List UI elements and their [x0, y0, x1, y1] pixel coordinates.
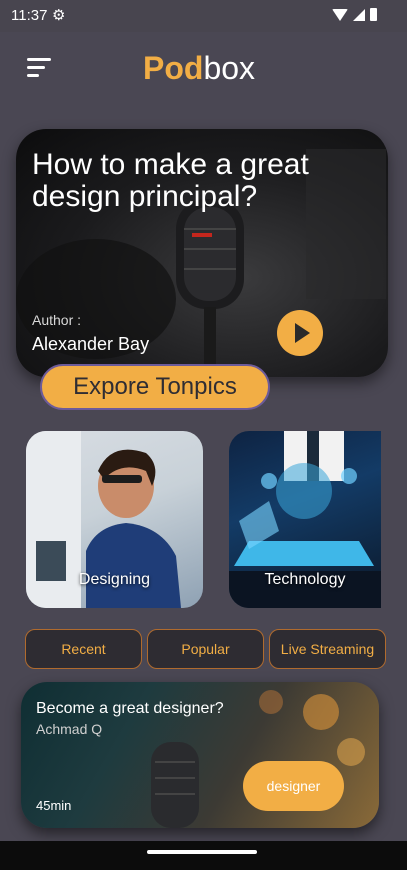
status-bar: 11:37 ⚙	[0, 0, 407, 32]
category-tag-button[interactable]: designer	[243, 761, 344, 811]
status-icons	[332, 8, 377, 21]
featured-title: How to make a great design principal?	[32, 148, 309, 213]
logo-box: box	[203, 50, 256, 86]
podcast-duration: 45min	[36, 798, 72, 813]
author-label: Author :	[32, 312, 82, 328]
logo-pod: Pod	[143, 50, 204, 86]
battery-icon	[370, 8, 377, 21]
signal-icon	[353, 8, 365, 21]
tab-popular[interactable]: Popular	[147, 629, 264, 669]
menu-icon[interactable]	[27, 58, 53, 78]
topic-card-designing[interactable]: Designing	[26, 431, 203, 608]
topic-card-technology[interactable]: Technology	[229, 431, 381, 608]
app-logo: Podbox	[143, 50, 255, 87]
topic-label: Designing	[78, 571, 151, 588]
topic-label: Technology	[264, 571, 346, 588]
wifi-icon	[332, 8, 348, 21]
featured-podcast-card[interactable]: How to make a great design principal? Au…	[16, 129, 388, 377]
app-screen: 11:37 ⚙ Podbox How to make a great desig…	[0, 0, 407, 870]
explore-topics-button[interactable]: Expore Tonpics	[40, 364, 270, 410]
gear-icon: ⚙	[52, 6, 66, 24]
podcast-title: Become a great designer?	[36, 700, 224, 717]
podcast-author: Achmad Q	[36, 721, 103, 737]
author-name: Alexander Bay	[32, 334, 150, 354]
tab-recent[interactable]: Recent	[25, 629, 142, 669]
tab-live-streaming[interactable]: Live Streaming	[269, 629, 386, 669]
play-icon[interactable]	[277, 310, 323, 356]
system-navigation-bar	[0, 841, 407, 870]
podcast-card[interactable]: Become a great designer? Achmad Q 45min …	[21, 682, 379, 828]
home-indicator[interactable]	[147, 850, 257, 854]
status-time: 11:37	[11, 7, 48, 24]
